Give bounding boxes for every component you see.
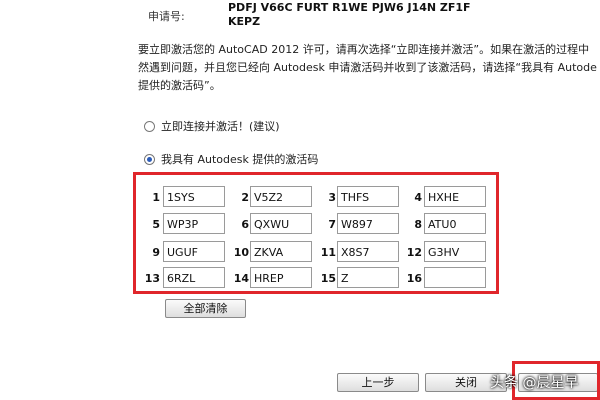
activation-field-number: 2 [241,191,249,204]
activation-field-number: 13 [144,272,160,285]
option-connect-label[interactable]: 立即连接并激活！(建议) [161,118,280,134]
instructions-line-2: 然遇到问题，并且您已经向 Autodesk 申请激活码并收到了该激活码，请选择“… [138,61,597,74]
activation-field-number: 3 [328,191,336,204]
activation-field-input[interactable]: THFS [337,186,399,207]
activation-field-input[interactable]: HREP [250,267,312,288]
activation-field-input[interactable]: ZKVA [250,241,312,262]
activation-field-number: 5 [152,218,160,231]
activation-field-input[interactable]: V5Z2 [250,186,312,207]
option-connect-row[interactable]: 立即连接并激活！(建议) [144,118,280,134]
activation-field-number: 12 [406,246,422,259]
request-code: PDFJ V66C FURT R1WE PJW6 J14N ZF1F KEPZ [228,1,471,29]
activation-field-input[interactable]: QXWU [250,213,312,234]
request-code-line1: PDFJ V66C FURT R1WE PJW6 J14N ZF1F [228,1,471,14]
instructions-text: 要立即激活您的 AutoCAD 2012 许可，请再次选择“立即连接并激活”。如… [138,41,600,95]
activation-field-input[interactable]: WP3P [163,213,225,234]
connect-radio[interactable] [144,120,155,132]
activation-field-number: 14 [233,272,249,285]
activation-field-input[interactable]: 1SYS [163,186,225,207]
request-number-label: 申请号: [148,10,185,23]
activation-field-input[interactable]: Z [337,267,399,288]
activation-field-number: 9 [152,246,160,259]
activation-field-input[interactable]: HXHE [424,186,486,207]
activation-field-number: 15 [320,272,336,285]
activation-field-number: 4 [414,191,422,204]
activation-field-number: 16 [406,272,422,285]
have-code-radio[interactable] [144,153,155,165]
activation-field-input[interactable]: 6RZL [163,267,225,288]
activation-field-number: 6 [241,218,249,231]
activation-field-number: 10 [233,246,249,259]
activation-field-input[interactable]: W897 [337,213,399,234]
clear-all-button[interactable]: 全部清除 [165,299,246,318]
activation-field-input[interactable]: UGUF [163,241,225,262]
activation-field-number: 1 [152,191,160,204]
activation-field-number: 8 [414,218,422,231]
watermark: 头条 @晨星早 [490,375,579,391]
activation-field-number: 11 [320,246,336,259]
instructions-line-1: 要立即激活您的 AutoCAD 2012 许可，请再次选择“立即连接并激活”。如… [138,43,590,56]
activation-field-input[interactable]: G3HV [424,241,486,262]
activation-field-input[interactable]: X8S7 [337,241,399,262]
request-code-line2: KEPZ [228,15,261,28]
option-have-code-label[interactable]: 我具有 Autodesk 提供的激活码 [161,151,318,167]
activation-field-number: 7 [328,218,336,231]
instructions-line-3: 提供的激活码”。 [138,79,221,92]
activation-field-input[interactable]: ATU0 [424,213,486,234]
option-have-code-row[interactable]: 我具有 Autodesk 提供的激活码 [144,151,318,167]
activation-field-input[interactable] [424,267,486,288]
back-button[interactable]: 上一步 [337,373,419,392]
